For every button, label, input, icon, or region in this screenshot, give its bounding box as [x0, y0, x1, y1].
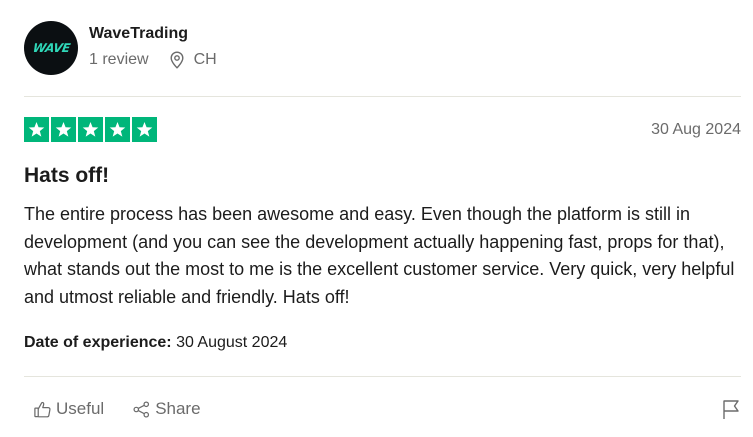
reviewer-avatar[interactable]: WAVE [24, 21, 78, 75]
useful-button[interactable]: Useful [33, 398, 104, 420]
star-icon [132, 117, 157, 142]
experience-date: 30 August 2024 [176, 334, 288, 351]
star-icon [105, 117, 130, 142]
review-card: WAVE WaveTrading 1 review CH 30 Aug 2024… [24, 0, 741, 437]
star-icon [51, 117, 76, 142]
share-button[interactable]: Share [132, 398, 201, 420]
header-divider [24, 96, 741, 97]
review-date: 30 Aug 2024 [651, 121, 741, 138]
reviewer-info: WaveTrading 1 review CH [89, 24, 217, 70]
review-actions: Useful Share [33, 398, 229, 420]
actions-divider [24, 376, 741, 377]
reviewer-country: CH [193, 51, 217, 68]
useful-label: Useful [56, 399, 105, 418]
avatar-logo-text: WAVE [31, 41, 71, 55]
star-icon [78, 117, 103, 142]
reviewer-meta: 1 review CH [89, 50, 217, 70]
review-count: 1 review [89, 51, 149, 68]
thumbs-up-icon [34, 401, 51, 417]
date-of-experience: Date of experience: 30 August 2024 [24, 333, 287, 353]
reviewer-location: CH [169, 50, 217, 70]
reviewer-name[interactable]: WaveTrading [89, 24, 217, 44]
reviewer-header[interactable]: WAVE WaveTrading 1 review CH [24, 20, 217, 76]
star-rating [24, 117, 157, 142]
map-pin-icon [170, 51, 184, 69]
flag-icon[interactable] [721, 398, 741, 420]
star-icon [24, 117, 49, 142]
experience-label: Date of experience: [24, 334, 172, 351]
share-icon [133, 400, 150, 418]
review-title: Hats off! [24, 164, 110, 187]
share-label: Share [155, 399, 201, 418]
review-body: The entire process has been awesome and … [24, 204, 735, 307]
